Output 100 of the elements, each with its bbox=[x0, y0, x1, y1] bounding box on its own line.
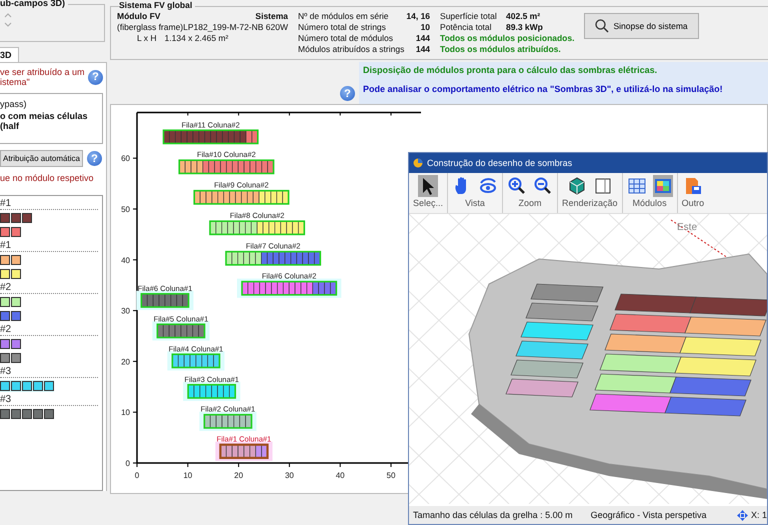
module-cell[interactable] bbox=[253, 281, 260, 296]
module-cell[interactable] bbox=[239, 414, 246, 428]
module-cell[interactable] bbox=[255, 251, 262, 266]
colored-tool-icon[interactable] bbox=[652, 175, 673, 197]
module-cell[interactable] bbox=[229, 384, 236, 398]
module-cell[interactable] bbox=[200, 384, 206, 398]
module-cell[interactable] bbox=[256, 160, 262, 174]
tab[interactable]: 3D bbox=[0, 47, 19, 62]
module-cell[interactable] bbox=[214, 160, 221, 174]
module-cell[interactable] bbox=[202, 354, 208, 368]
module-cell[interactable] bbox=[268, 220, 276, 235]
module-cell[interactable] bbox=[241, 190, 248, 204]
row-outline[interactable] bbox=[193, 190, 290, 205]
module-cell[interactable] bbox=[288, 281, 296, 296]
module-cell[interactable] bbox=[274, 220, 282, 235]
row-outline[interactable] bbox=[204, 414, 252, 429]
list-group-heading[interactable]: #2 bbox=[0, 282, 98, 294]
module-cell[interactable] bbox=[223, 190, 230, 204]
module-cell[interactable] bbox=[210, 414, 216, 428]
list-group-heading[interactable]: #2 bbox=[0, 324, 98, 336]
shaded-tool-icon[interactable] bbox=[566, 175, 587, 197]
module-cell[interactable] bbox=[286, 220, 293, 235]
module-cell[interactable] bbox=[202, 160, 210, 174]
module-cell[interactable] bbox=[196, 354, 202, 368]
module-cell[interactable] bbox=[222, 130, 229, 144]
module-cell[interactable] bbox=[256, 220, 264, 235]
row-outline[interactable] bbox=[172, 354, 220, 368]
module-cell[interactable] bbox=[204, 130, 211, 144]
row-outline[interactable] bbox=[178, 159, 274, 174]
list-group-heading[interactable]: #1 bbox=[0, 240, 98, 252]
module-cell[interactable] bbox=[245, 220, 252, 235]
module-cell[interactable] bbox=[228, 414, 234, 428]
module-cell[interactable] bbox=[208, 160, 215, 174]
module-cell[interactable] bbox=[205, 384, 212, 398]
module-squares-row[interactable] bbox=[0, 268, 21, 280]
module-cell[interactable] bbox=[296, 251, 303, 266]
module-cell[interactable] bbox=[272, 251, 280, 266]
module-cell[interactable] bbox=[239, 220, 246, 235]
module-cell[interactable] bbox=[259, 281, 266, 296]
module-cell[interactable] bbox=[306, 281, 314, 296]
module-cell[interactable] bbox=[243, 251, 250, 266]
module-cell[interactable] bbox=[226, 160, 233, 174]
module-cell[interactable] bbox=[277, 281, 284, 296]
module-cell[interactable] bbox=[216, 220, 222, 235]
module-cell[interactable] bbox=[200, 190, 206, 204]
module-cell[interactable] bbox=[261, 160, 268, 174]
row-outline[interactable] bbox=[241, 280, 338, 296]
list-group-heading[interactable]: #1 bbox=[0, 198, 98, 210]
module-cell[interactable] bbox=[210, 220, 216, 235]
module-cell[interactable] bbox=[290, 251, 298, 266]
module-cell[interactable] bbox=[280, 220, 287, 235]
row-outline[interactable] bbox=[225, 250, 322, 266]
module-cell[interactable] bbox=[302, 251, 309, 266]
row-outline[interactable] bbox=[209, 220, 306, 236]
module-cell[interactable] bbox=[248, 281, 254, 296]
module-cell[interactable] bbox=[221, 220, 228, 235]
module-cell[interactable] bbox=[246, 190, 254, 204]
module-cell[interactable] bbox=[232, 160, 238, 174]
module-cell[interactable] bbox=[314, 251, 321, 266]
module-cell[interactable] bbox=[308, 251, 315, 266]
module-cell[interactable] bbox=[292, 220, 299, 235]
module-cell[interactable] bbox=[324, 281, 331, 296]
module-cell[interactable] bbox=[300, 281, 308, 296]
module-cell[interactable] bbox=[212, 190, 218, 204]
module-squares-row[interactable] bbox=[0, 296, 21, 308]
module-cell[interactable] bbox=[261, 251, 268, 266]
module-cell[interactable] bbox=[237, 251, 244, 266]
module-cell[interactable] bbox=[227, 220, 234, 235]
module-cell[interactable] bbox=[235, 190, 242, 204]
module-cell[interactable] bbox=[228, 130, 235, 144]
module-cell[interactable] bbox=[238, 160, 244, 174]
module-cell[interactable] bbox=[175, 130, 182, 144]
module-cell[interactable] bbox=[223, 384, 230, 398]
module-cell[interactable] bbox=[252, 130, 258, 144]
module-cell[interactable] bbox=[250, 160, 256, 174]
module-cell[interactable] bbox=[169, 130, 176, 144]
module-cell[interactable] bbox=[194, 384, 200, 398]
list-group-heading[interactable]: #3 bbox=[0, 366, 98, 378]
module-cell[interactable] bbox=[196, 160, 204, 174]
module-cell[interactable] bbox=[234, 414, 240, 428]
module-squares-row[interactable] bbox=[0, 338, 21, 350]
module-cell[interactable] bbox=[211, 384, 218, 398]
module-cell[interactable] bbox=[178, 354, 184, 368]
module-cell[interactable] bbox=[276, 190, 283, 204]
module-squares-row[interactable] bbox=[0, 380, 54, 392]
select-tool-icon[interactable] bbox=[418, 175, 438, 197]
module-cell[interactable] bbox=[298, 220, 305, 235]
module-cell[interactable] bbox=[198, 130, 206, 144]
module-cell[interactable] bbox=[252, 190, 260, 204]
module-cell[interactable] bbox=[218, 190, 224, 204]
row-outline[interactable] bbox=[219, 444, 269, 460]
module-cell[interactable] bbox=[240, 130, 246, 144]
module-cell[interactable] bbox=[210, 130, 217, 144]
module-cell[interactable] bbox=[318, 281, 325, 296]
module-cell[interactable] bbox=[270, 190, 278, 204]
module-squares-row[interactable] bbox=[0, 408, 54, 420]
module-cell[interactable] bbox=[250, 220, 258, 235]
module-cell[interactable] bbox=[264, 190, 272, 204]
module-squares-row[interactable] bbox=[0, 352, 21, 364]
module-squares-row[interactable] bbox=[0, 310, 21, 322]
